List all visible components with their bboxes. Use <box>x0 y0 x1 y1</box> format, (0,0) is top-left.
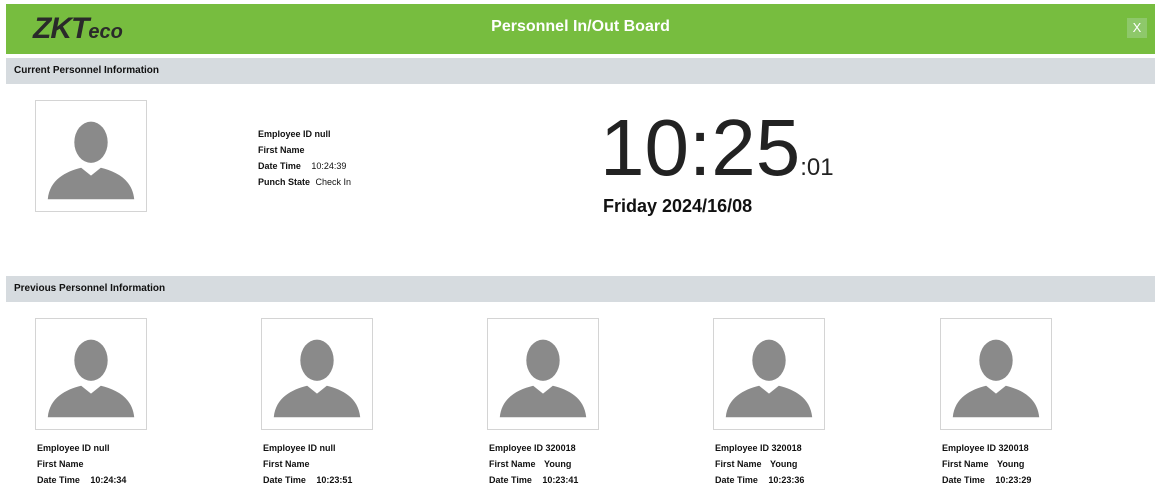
employee-id-value: 320018 <box>545 443 576 453</box>
date-time-label: Date Time <box>37 475 80 485</box>
first-name-value <box>84 459 90 469</box>
date-time-value: 10:24:34 <box>90 475 127 485</box>
previous-info: Employee ID 320018 First Name Young Date T… <box>715 440 804 488</box>
current-date-time-row: Date Time 10:24:39 <box>258 158 351 174</box>
first-name-value: Young <box>544 459 572 469</box>
close-icon: X <box>1132 20 1142 35</box>
current-avatar <box>35 100 147 212</box>
previous-avatar <box>940 318 1052 430</box>
first-name-label: First Name <box>489 459 536 469</box>
previous-first-name-row: First Name Young <box>942 456 1031 472</box>
date-time-value: 10:23:36 <box>768 475 805 485</box>
employee-id-label: Employee ID <box>942 443 997 453</box>
previous-employee-id-row: Employee ID 320018 <box>489 440 578 456</box>
employee-id-value: 320018 <box>998 443 1029 453</box>
date-time-value: 10:23:29 <box>995 475 1032 485</box>
first-name-value: Young <box>997 459 1025 469</box>
close-button[interactable]: X <box>1127 18 1147 38</box>
date-time-label: Date Time <box>263 475 306 485</box>
date-time-value: 10:23:51 <box>316 475 353 485</box>
previous-avatar <box>35 318 147 430</box>
person-silhouette-icon <box>952 339 1040 418</box>
person-silhouette-icon <box>47 339 135 418</box>
person-silhouette-icon <box>273 339 361 418</box>
previous-date-time-row: Date Time 10:24:34 <box>37 472 126 488</box>
punch-state-value: Check In <box>315 177 352 187</box>
clock-date: Friday 2024/16/08 <box>603 196 753 216</box>
employee-id-label: Employee ID <box>37 443 92 453</box>
current-info: Employee ID null First Name Date Time 10… <box>258 126 351 190</box>
previous-info: Employee ID null First Name Date Time 10:… <box>263 440 352 488</box>
first-name-label: First Name <box>37 459 84 469</box>
previous-date-time-row: Date Time 10:23:36 <box>715 472 804 488</box>
employee-id-value: null <box>93 443 110 453</box>
previous-date-time-row: Date Time 10:23:51 <box>263 472 352 488</box>
previous-employee-id-row: Employee ID null <box>37 440 126 456</box>
first-name-value <box>310 459 316 469</box>
previous-employee-id-row: Employee ID null <box>263 440 352 456</box>
previous-first-name-row: First Name Young <box>489 456 578 472</box>
first-name-label: First Name <box>258 145 305 155</box>
previous-info: Employee ID 320018 First Name Young Date T… <box>489 440 578 488</box>
previous-first-name-row: First Name <box>263 456 352 472</box>
previous-employee-id-row: Employee ID 320018 <box>715 440 804 456</box>
previous-info: Employee ID 320018 First Name Young Date T… <box>942 440 1031 488</box>
punch-state-label: Punch State <box>258 177 311 187</box>
employee-id-label: Employee ID <box>715 443 770 453</box>
employee-id-label: Employee ID <box>489 443 544 453</box>
previous-section-header: Previous Personnel Information <box>6 276 1155 302</box>
date-time-label: Date Time <box>489 475 532 485</box>
person-silhouette-icon <box>47 121 135 200</box>
current-punch-state-row: Punch State Check In <box>258 174 351 190</box>
previous-first-name-row: First Name Young <box>715 456 804 472</box>
previous-first-name-row: First Name <box>37 456 126 472</box>
current-section-header: Current Personnel Information <box>6 58 1155 84</box>
current-section-label: Current Personnel Information <box>14 65 160 76</box>
previous-date-time-row: Date Time 10:23:41 <box>489 472 578 488</box>
previous-employee-id-row: Employee ID 320018 <box>942 440 1031 456</box>
date-time-value: 10:23:41 <box>542 475 579 485</box>
previous-info: Employee ID null First Name Date Time 10:… <box>37 440 126 488</box>
previous-avatar <box>261 318 373 430</box>
clock-time: 10:25 <box>600 103 801 192</box>
date-time-label: Date Time <box>715 475 758 485</box>
person-silhouette-icon <box>725 339 813 418</box>
previous-avatar <box>487 318 599 430</box>
window-title: Personnel In/Out Board <box>491 18 670 35</box>
title-bar: ZKT eco Personnel In/Out Board X <box>6 4 1155 54</box>
employee-id-value: null <box>319 443 336 453</box>
date-time-value: 10:24:39 <box>311 161 347 171</box>
previous-date-time-row: Date Time 10:23:29 <box>942 472 1031 488</box>
previous-avatar <box>713 318 825 430</box>
employee-id-label: Employee ID <box>258 129 313 139</box>
previous-section-label: Previous Personnel Information <box>14 283 166 294</box>
clock-seconds: :01 <box>800 154 834 181</box>
first-name-label: First Name <box>263 459 310 469</box>
current-first-name-row: First Name <box>258 142 351 158</box>
first-name-label: First Name <box>715 459 762 469</box>
current-employee-id-row: Employee ID null <box>258 126 351 142</box>
employee-id-value: null <box>314 129 331 139</box>
employee-id-label: Employee ID <box>263 443 318 453</box>
employee-id-value: 320018 <box>771 443 802 453</box>
first-name-value: Young <box>770 459 798 469</box>
date-time-label: Date Time <box>942 475 985 485</box>
first-name-label: First Name <box>942 459 989 469</box>
date-time-label: Date Time <box>258 161 301 171</box>
person-silhouette-icon <box>499 339 587 418</box>
